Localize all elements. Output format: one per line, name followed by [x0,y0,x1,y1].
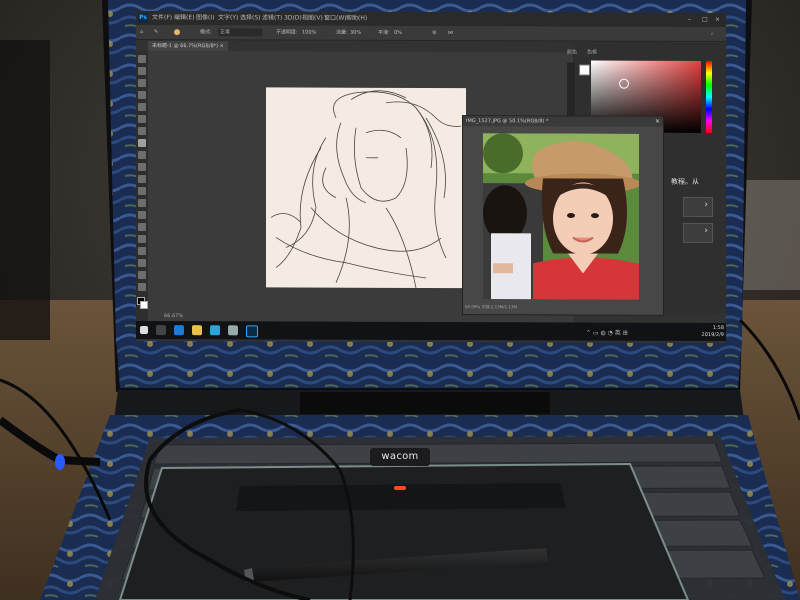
mode-label: 模式: [200,29,212,36]
wacom-brand-label: wacom [370,448,430,466]
stamp-tool-icon[interactable] [138,150,146,160]
system-tray-icons[interactable]: ⌃ ▭ ◍ ◔ 英 ⊞ [586,328,628,337]
close-icon[interactable]: × [655,117,660,127]
menu-window[interactable]: 窗口(W) [324,14,347,24]
healing-tool-icon[interactable] [138,126,146,136]
learn-next-button[interactable]: › [683,196,713,217]
flow-field[interactable]: 30% [350,29,361,37]
menu-filter[interactable]: 滤镜(T) [262,13,282,23]
menu-file[interactable]: 文件(F) [152,13,172,23]
photoshop-taskbar-icon[interactable] [246,325,258,338]
cable-blue-led [55,454,65,470]
brush-tool-icon[interactable] [138,138,146,148]
chevron-right-icon: › [704,225,708,236]
windows-taskbar: ⌃ ▭ ◍ ◔ 英 ⊞ 1:58 2019/2/9 [136,320,726,342]
marquee-tool-icon[interactable] [138,66,146,76]
tools-panel [136,50,148,322]
photo-window-title: IMG_1527.JPG @ 50.1%(RGB/8) * [466,118,549,125]
taskbar-clock[interactable]: 1:58 2019/2/9 [696,325,724,339]
mode-select[interactable]: 正常 [218,28,262,37]
zoom-tool-icon[interactable] [138,282,146,292]
menu-type[interactable]: 文字(Y) [218,13,238,23]
learn-next-button-2[interactable]: › [683,222,713,243]
hand-tool-icon[interactable] [138,270,146,280]
photo-window-titlebar[interactable]: IMG_1527.JPG @ 50.1%(RGB/8) * × [463,116,663,127]
task-view-icon[interactable] [156,325,166,336]
menu-view[interactable]: 视图(V) [302,14,323,24]
eyedropper-tool-icon[interactable] [138,114,146,124]
brush-size-icon[interactable] [174,29,180,36]
pen-tool-icon[interactable] [138,222,146,232]
panel-foreground-swatch[interactable] [579,64,590,76]
maximize-icon[interactable]: □ [702,15,708,25]
blur-tool-icon[interactable] [138,198,146,208]
document-tab[interactable]: 未标题-1 @ 66.7%(RGB/8*) × [148,41,228,52]
options-bar: ⌂ ✎ 模式: 正常 不透明度: 100% 流量: 30% 平滑: 0% ⚙ ⋈… [136,24,726,43]
reference-photo [483,133,639,300]
dodge-tool-icon[interactable] [138,210,146,220]
right-object [740,180,800,290]
menu-edit[interactable]: 编辑(E) [174,13,194,23]
minimize-icon[interactable]: – [688,15,691,25]
edge-browser-icon[interactable] [174,325,184,336]
gradient-tool-icon[interactable] [138,186,146,196]
photo-document-window[interactable]: IMG_1527.JPG @ 50.1%(RGB/8) * × 50.09% 文… [462,115,664,316]
sketch-canvas[interactable] [266,87,466,289]
color-picker-cursor-icon[interactable] [619,78,629,89]
close-icon[interactable]: × [715,15,720,25]
photoshop-window: Ps 文件(F) 编辑(E) 图像(I) 文字(Y) 选择(S) 滤镜(T) 3… [136,10,726,344]
opacity-field[interactable]: 100% [302,29,316,37]
wacom-tablet [118,462,690,600]
ie-browser-icon[interactable] [210,325,220,336]
flow-label: 流量: [336,29,348,36]
laptop-skin-bottom [116,338,742,388]
move-tool-icon[interactable] [138,54,146,64]
menu-select[interactable]: 选择(S) [240,13,261,23]
left-shelf [0,40,50,340]
home-icon[interactable]: ⌂ [140,28,143,36]
file-explorer-icon[interactable] [192,325,202,336]
shape-tool-icon[interactable] [138,258,146,268]
panel-tab-color[interactable]: 颜色 [567,48,577,55]
brush-preset-icon[interactable]: ✎ [154,28,158,36]
hue-slider[interactable] [706,60,712,133]
clock-date: 2019/2/9 [701,331,724,339]
mail-icon[interactable] [228,325,238,336]
background-color-swatch[interactable] [140,300,148,310]
photoshop-logo-icon[interactable]: Ps [138,12,148,24]
lasso-tool-icon[interactable] [138,78,146,88]
panel-tab-swatches[interactable]: 色板 [587,49,597,56]
chevron-right-icon: › [704,199,708,210]
smooth-label: 平滑: [378,29,390,36]
history-brush-tool-icon[interactable] [138,162,146,172]
menu-3d[interactable]: 3D(D) [284,13,302,23]
pencil-sketch [270,90,462,289]
text-tool-icon[interactable] [138,234,146,244]
learn-panel-text: 教程。从 [671,177,699,186]
document-zoom-status: 66.67% [164,313,184,320]
menu-image[interactable]: 图像(I) [196,13,214,23]
eraser-tool-icon[interactable] [138,174,146,184]
symmetry-icon[interactable]: ⋈ [448,29,453,37]
settings-gear-icon[interactable]: ⚙ [432,29,436,37]
quick-select-tool-icon[interactable] [138,90,146,100]
hinge-bar [300,392,550,414]
search-icon[interactable]: ⌕ [711,30,714,38]
windows-start-icon[interactable] [140,325,148,335]
crop-tool-icon[interactable] [138,102,146,112]
tablet-led [394,486,406,490]
path-select-tool-icon[interactable] [138,246,146,256]
opacity-label: 不透明度: [276,29,298,36]
smooth-field[interactable]: 0% [394,29,402,37]
photo-window-status: 50.09% 文档:1.13M/1.13M [465,304,517,310]
menu-help[interactable]: 帮助(H) [346,14,367,24]
